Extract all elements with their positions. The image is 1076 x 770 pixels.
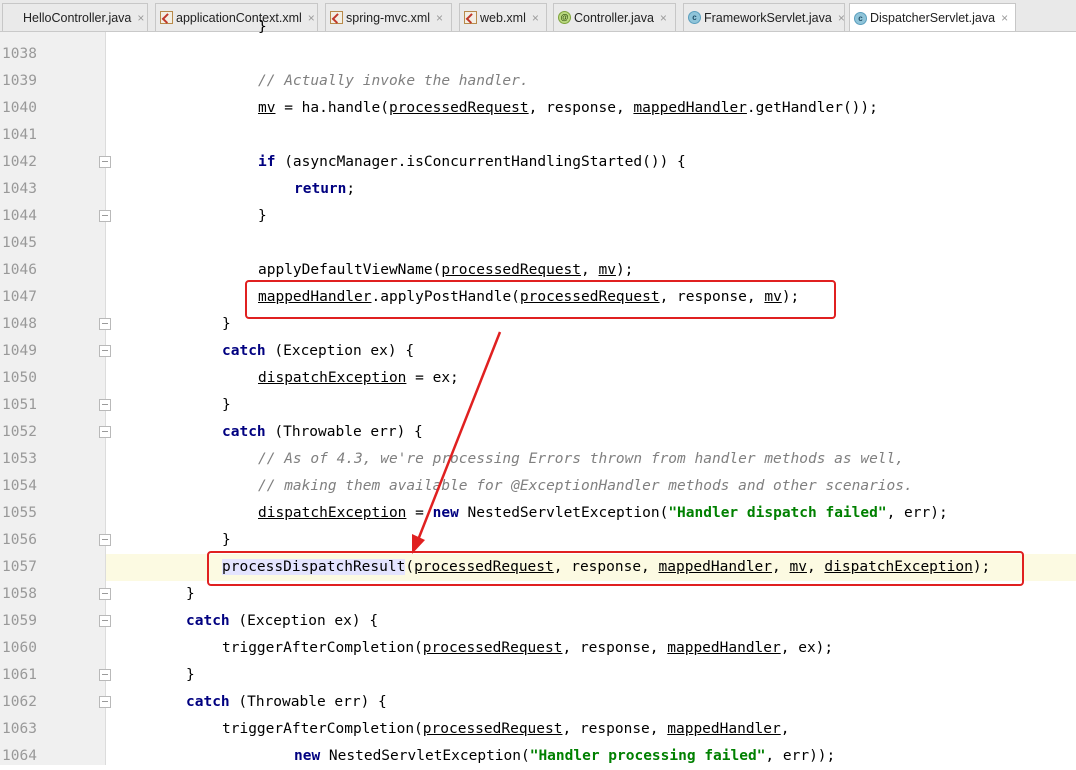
arrow-shaft	[416, 331, 502, 541]
annotation-arrow	[412, 331, 502, 554]
arrow-head	[412, 534, 425, 554]
